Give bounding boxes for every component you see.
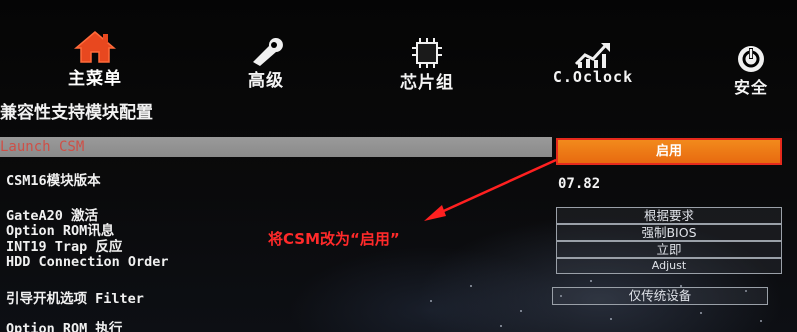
bios-screen: 主菜单 高级 芯片组 C.Oclock 安全 兼容性支持模块配置 Launch … xyxy=(0,0,797,332)
annotation-arrow xyxy=(424,158,557,221)
annotation-instruction: 将CSM改为“启用” xyxy=(268,230,400,248)
